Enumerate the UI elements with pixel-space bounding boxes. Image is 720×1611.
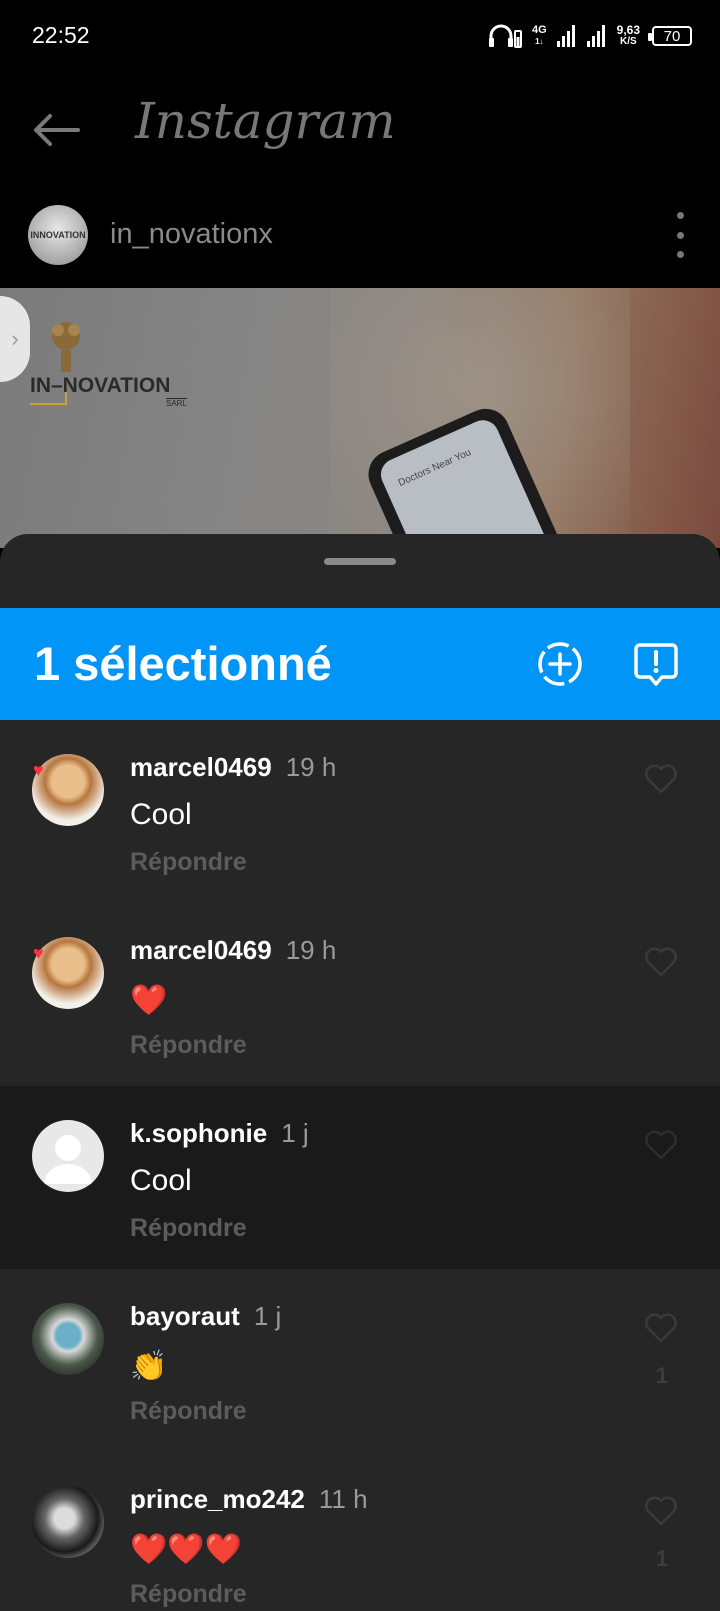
post-username[interactable]: in_novationx	[110, 218, 273, 251]
comment-time: 1 j	[281, 1118, 309, 1148]
network-type: 4G 1↓	[532, 25, 547, 47]
comment-avatar[interactable]	[32, 1303, 104, 1375]
selection-bar: 1 sélectionné	[0, 608, 720, 720]
post-avatar[interactable]: INNOVATION	[28, 205, 88, 265]
heart-outline-icon[interactable]	[644, 1494, 678, 1528]
phone-screen-text: Doctors Near You	[396, 447, 473, 490]
comment-list: ♥ marcel0469 19 h Cool Répondre ♥ marcel0…	[0, 720, 720, 1611]
app-title: Instagram	[135, 92, 396, 150]
add-circle-dashed-icon	[538, 642, 582, 686]
chevron-right-icon: ›	[11, 326, 19, 351]
comment-row-selected[interactable]: k.sophonie 1 j Cool Répondre	[0, 1086, 720, 1269]
comments-sheet: 1 sélectionné ♥ marcel0469 19 h Cool Répo…	[0, 534, 720, 1611]
signal-icon	[556, 25, 575, 47]
comment-time: 11 h	[318, 1484, 368, 1514]
arrow-left-icon	[34, 114, 80, 146]
comment-row[interactable]: bayoraut 1 j 👏 Répondre 1	[0, 1269, 720, 1452]
like-count: 1	[655, 1546, 668, 1571]
comment-time: 19 h	[285, 752, 337, 782]
comment-avatar[interactable]	[32, 1486, 104, 1558]
like-count: 1	[655, 1363, 668, 1388]
reply-button[interactable]: Répondre	[130, 1580, 247, 1609]
reply-button[interactable]: Répondre	[130, 1031, 247, 1060]
heart-outline-icon[interactable]	[644, 1128, 678, 1162]
comment-text: 👏	[130, 1350, 168, 1383]
network-label: 4G	[531, 24, 547, 36]
post-avatar-text: INNOVATION	[30, 230, 86, 240]
back-button[interactable]	[28, 102, 84, 158]
comment-username[interactable]: marcel0469	[130, 752, 272, 782]
comment-username[interactable]: prince_mo242	[130, 1484, 305, 1514]
comment-time: 1 j	[253, 1301, 282, 1331]
selection-title: 1 sélectionné	[34, 637, 332, 690]
comment-row[interactable]: prince_mo242 11 h ❤️❤️❤️ Répondre 1	[0, 1452, 720, 1611]
speed-value: 9,63	[616, 23, 640, 37]
post-header: INNOVATION in_novationx	[0, 188, 720, 288]
network-speed: 9,63 K/S	[617, 24, 640, 48]
heart-badge-icon: ♥	[33, 760, 44, 780]
sheet-grabber[interactable]	[324, 558, 396, 565]
comment-row[interactable]: ♥ marcel0469 19 h ❤️ Répondre	[0, 903, 720, 1086]
more-vertical-icon	[676, 212, 684, 219]
comment-username[interactable]: bayoraut	[130, 1301, 240, 1331]
signal-icon-2	[586, 25, 605, 47]
comment-text: Cool	[130, 1164, 192, 1197]
speed-unit: K/S	[619, 36, 637, 47]
brand-sub: SARL	[166, 398, 187, 408]
more-options-button[interactable]	[670, 212, 690, 258]
headphones-icon	[488, 24, 522, 48]
reply-button[interactable]: Répondre	[130, 1214, 247, 1243]
heart-badge-icon: ♥	[33, 943, 44, 963]
comment-username[interactable]: k.sophonie	[130, 1118, 267, 1148]
heart-outline-icon[interactable]	[644, 1311, 678, 1345]
status-bar: 22:52 4G 1↓ 9,63 K/S 70	[0, 0, 720, 72]
reply-button[interactable]: Répondre	[130, 1397, 247, 1426]
status-time: 22:52	[32, 22, 90, 48]
comment-text: Cool	[130, 798, 192, 831]
comment-text: ❤️❤️❤️	[130, 1533, 243, 1566]
heart-outline-icon[interactable]	[644, 762, 678, 796]
comment-time: 19 h	[285, 935, 337, 965]
comment-avatar-default[interactable]	[32, 1120, 104, 1192]
app-header: Instagram	[0, 72, 720, 188]
network-activity: 1↓	[535, 37, 544, 46]
status-icons: 4G 1↓ 9,63 K/S 70	[488, 20, 692, 52]
comment-text: ❤️	[130, 984, 168, 1017]
heart-outline-icon[interactable]	[644, 945, 678, 979]
default-user-icon	[44, 1135, 92, 1184]
report-button[interactable]	[630, 638, 682, 690]
post-image[interactable]: Doctors Near You	[0, 288, 720, 548]
battery-icon: 70	[648, 26, 692, 46]
brand-text: IN–NOVATION	[30, 374, 171, 397]
comment-username[interactable]: marcel0469	[130, 935, 272, 965]
comment-row[interactable]: ♥ marcel0469 19 h Cool Répondre	[0, 720, 720, 903]
report-bubble-icon	[634, 643, 678, 686]
reply-button[interactable]: Répondre	[130, 848, 247, 877]
add-button[interactable]	[534, 638, 586, 690]
